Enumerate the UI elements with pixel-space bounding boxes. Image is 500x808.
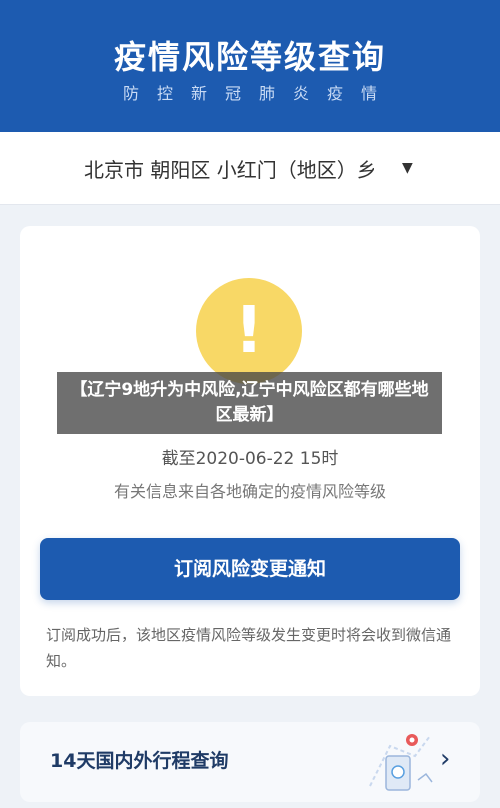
caret-down-icon[interactable]: ▼ — [402, 160, 413, 176]
header: 疫情风险等级查询 防控新冠肺炎疫情 — [0, 0, 500, 132]
news-overlay-text: 【辽宁9地升为中风险,辽宁中风险区都有哪些地区最新】 — [70, 380, 429, 425]
chevron-right-icon[interactable]: › — [440, 744, 450, 774]
trip-query-label[interactable]: 14天国内外行程查询 — [50, 746, 228, 773]
map-route-icon — [369, 734, 433, 791]
location-selector[interactable]: 北京市 朝阳区 小红门（地区）乡 ▼ — [0, 132, 500, 205]
page-subtitle: 防控新冠肺炎疫情 — [122, 84, 395, 103]
as-of-time: 截至2020-06-22 15时 — [161, 449, 339, 469]
source-note: 有关信息来自各地确定的疫情风险等级 — [113, 482, 386, 501]
subscribe-button[interactable]: 订阅风险变更通知 — [40, 538, 460, 600]
news-overlay-banner: 【辽宁9地升为中风险,辽宁中风险区都有哪些地区最新】 — [57, 372, 442, 434]
location-path[interactable]: 北京市 朝阳区 小红门（地区）乡 — [84, 154, 374, 183]
trip-query-card[interactable]: 14天国内外行程查询 › — [20, 722, 480, 802]
exclamation-icon: ! — [196, 278, 302, 384]
page-title: 疫情风险等级查询 — [113, 38, 386, 76]
subscribe-description: 订阅成功后，该地区疫情风险等级发生变更时将会收到微信通知。 — [46, 626, 452, 670]
